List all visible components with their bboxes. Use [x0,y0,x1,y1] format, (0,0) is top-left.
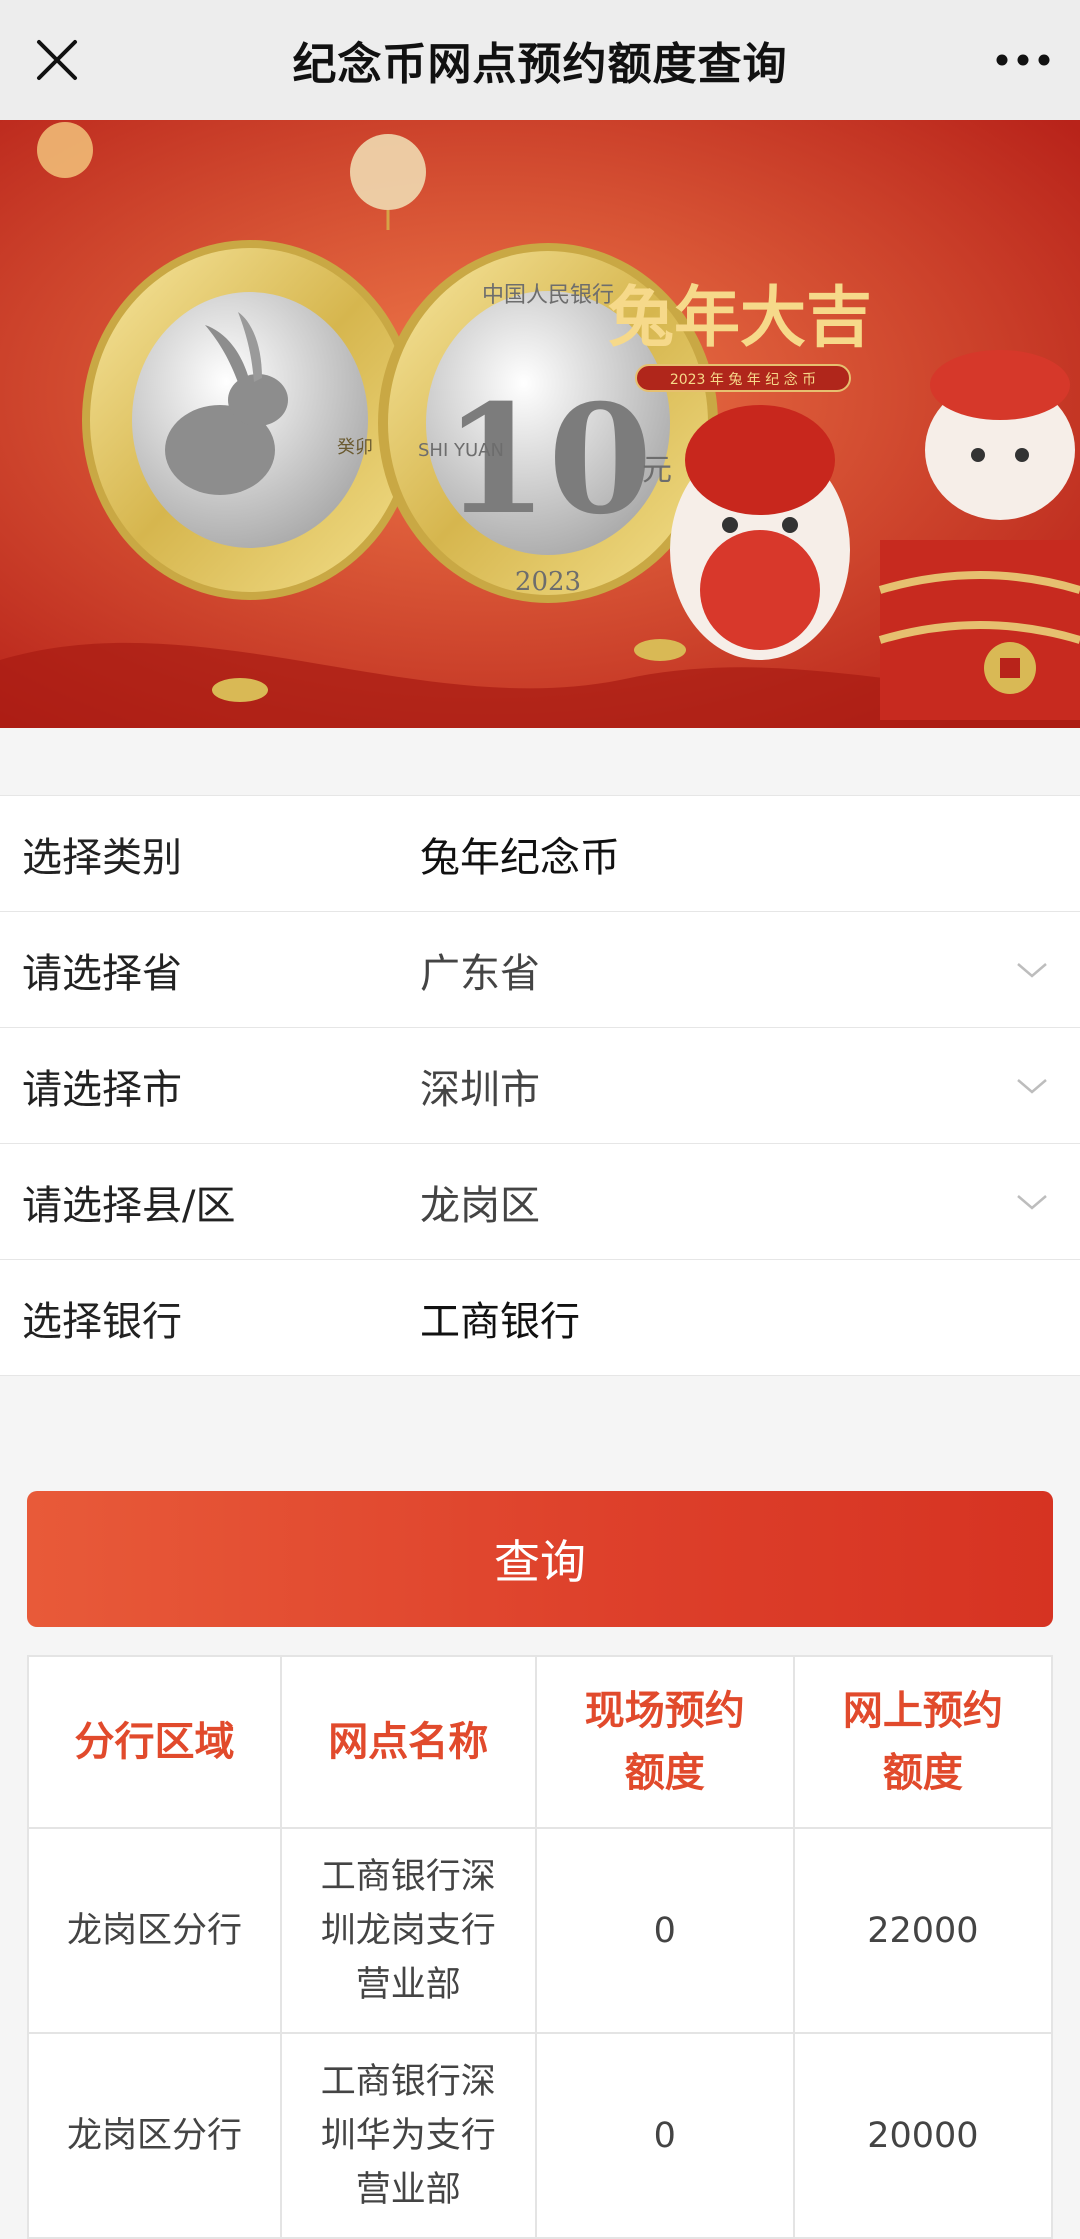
cell-online-quota: 20000 [792,2032,1054,2239]
banner-image: 癸卯 10 元 中国人民银行 SHI YUAN 2023 兔年大吉 2023 年… [0,120,1080,728]
coin-unit-text: 元 [642,453,672,488]
table-row: 龙岗区分行 工商银行深圳龙岗支行营业部 0 22000 [27,1827,1054,2034]
close-icon[interactable] [22,25,92,95]
cell-online-quota: 22000 [792,1827,1054,2034]
province-label: 请选择省 [22,950,182,997]
header-onsite-quota: 现场预约额度 [584,1688,745,1796]
coin-zodiac-text: 癸卯 [337,437,373,458]
query-button[interactable]: 查询 [27,1491,1053,1627]
query-form: 选择类别 兔年纪念币 请选择省 广东省 请选择市 深圳市 请选择县/区 龙岗区 … [0,795,1080,1376]
chevron-down-icon[interactable] [1014,952,1050,988]
bank-label: 选择银行 [22,1298,182,1345]
chevron-down-icon[interactable] [1014,1184,1050,1220]
banner-headline: 兔年大吉 [608,278,872,356]
city-value[interactable]: 深圳市 [420,1057,540,1115]
table-row: 龙岗区分行 工商银行深圳华为支行营业部 0 20000 [27,2032,1054,2239]
cell-onsite-quota: 0 [534,1827,795,2034]
top-nav-bar: 纪念币网点预约额度查询 [0,0,1080,120]
province-select[interactable]: 请选择省 广东省 [0,912,1080,1028]
province-value[interactable]: 广东省 [420,941,540,999]
category-label: 选择类别 [22,834,182,881]
category-row[interactable]: 选择类别 兔年纪念币 [0,796,1080,912]
cell-branch-region: 龙岗区分行 [27,2032,282,2239]
district-label: 请选择县/区 [22,1182,236,1229]
table-header-row: 分行区域 网点名称 现场预约额度 网上预约额度 [27,1655,1054,1829]
header-branch-region: 分行区域 [27,1655,282,1829]
header-outlet-name: 网点名称 [279,1655,537,1829]
city-label: 请选择市 [22,1066,182,1113]
bank-row[interactable]: 选择银行 工商银行 [0,1260,1080,1376]
cell-onsite-quota: 0 [534,2032,795,2239]
cell-outlet-name: 工商银行深圳龙岗支行营业部 [320,1856,496,2005]
header-online-quota: 网上预约额度 [842,1688,1003,1796]
more-icon[interactable] [988,25,1058,95]
page-title: 纪念币网点预约额度查询 [292,39,788,90]
category-value[interactable]: 兔年纪念币 [420,825,620,883]
banner-subtitle: 2023 年 兔 年 纪 念 币 [670,371,816,388]
coin-left-text: SHI YUAN [418,440,504,461]
coin-top-text: 中国人民银行 [482,283,614,308]
cell-branch-region: 龙岗区分行 [27,1827,282,2034]
cell-outlet-name: 工商银行深圳华为支行营业部 [320,2061,496,2210]
coin-year-text: 2023 [515,567,581,597]
city-select[interactable]: 请选择市 深圳市 [0,1028,1080,1144]
district-select[interactable]: 请选择县/区 龙岗区 [0,1144,1080,1260]
district-value[interactable]: 龙岗区 [420,1173,540,1231]
results-table: 分行区域 网点名称 现场预约额度 网上预约额度 龙岗区分行 工商银行深圳龙岗支行… [27,1655,1054,2239]
chevron-down-icon[interactable] [1014,1068,1050,1104]
bank-value[interactable]: 工商银行 [420,1289,580,1347]
